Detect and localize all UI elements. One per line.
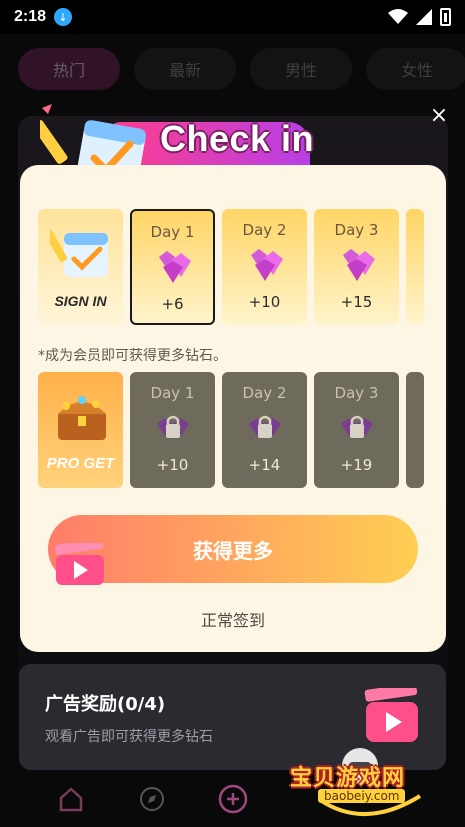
clapperboard-icon [364, 688, 418, 742]
signal-icon [416, 9, 432, 25]
day-reward: +14 [248, 456, 281, 474]
day-reward: +19 [340, 456, 373, 474]
day-label: Day 1 [150, 384, 195, 402]
day-label: Day 2 [242, 384, 287, 402]
day-reward: +10 [248, 293, 281, 311]
watermark-text: 宝贝游戏网 [290, 766, 406, 791]
signin-badge-label: SIGN IN [54, 293, 107, 309]
home-icon[interactable] [56, 784, 86, 814]
diamond-icon [158, 251, 191, 283]
status-time: 2:18 [14, 8, 47, 25]
free-days-row: SIGN IN Day 1 +6 Day 2 +10 Day 3 +15 [38, 209, 424, 325]
day-reward: +6 [161, 295, 184, 313]
status-bar: 2:18 ↓ [0, 0, 465, 34]
close-button[interactable]: × [427, 104, 451, 128]
treasure-chest-icon [58, 396, 106, 440]
clapperboard-icon [54, 543, 104, 585]
status-icons [388, 8, 451, 26]
diamond-icon [342, 249, 375, 281]
watermark-url: baobeiy.com [318, 789, 406, 803]
normal-signin-link[interactable]: 正常签到 [20, 607, 446, 631]
day-card-3[interactable]: Day 3 +15 [314, 209, 399, 325]
day-card-4-partial[interactable] [406, 209, 424, 325]
wifi-icon [388, 9, 408, 24]
download-icon: ↓ [54, 8, 73, 26]
dialog-title: Check in [160, 118, 315, 159]
pro-badge: PRO GET [38, 372, 123, 488]
member-note: *成为会员即可获得更多钻石。 [38, 348, 227, 364]
day-card-1[interactable]: Day 1 +6 [130, 209, 215, 325]
signin-badge: SIGN IN [38, 209, 123, 325]
pro-day-card-2: Day 2 +14 [222, 372, 307, 488]
pro-day-card-1: Day 1 +10 [130, 372, 215, 488]
day-label: Day 1 [150, 223, 195, 241]
lock-icon [248, 415, 281, 438]
battery-icon [440, 8, 451, 26]
pro-badge-label: PRO GET [46, 455, 115, 472]
day-label: Day 3 [334, 221, 379, 239]
day-reward: +10 [156, 456, 189, 474]
calendar-pencil-icon [50, 230, 108, 277]
compass-icon[interactable] [137, 784, 167, 814]
day-reward: +15 [340, 293, 373, 311]
lock-icon [340, 415, 373, 438]
lock-icon [156, 415, 189, 438]
checkin-dialog: SIGN IN Day 1 +6 Day 2 +10 Day 3 +15 *成为… [20, 165, 446, 652]
day-card-2[interactable]: Day 2 +10 [222, 209, 307, 325]
pro-day-card-3: Day 3 +19 [314, 372, 399, 488]
pro-day-card-4-partial [406, 372, 424, 488]
diamond-icon [250, 249, 283, 281]
day-label: Day 2 [242, 221, 287, 239]
plus-icon[interactable] [218, 784, 248, 814]
day-label: Day 3 [334, 384, 379, 402]
pro-days-row: PRO GET Day 1 +10 Day 2 +14 Day 3 +19 [38, 372, 424, 488]
